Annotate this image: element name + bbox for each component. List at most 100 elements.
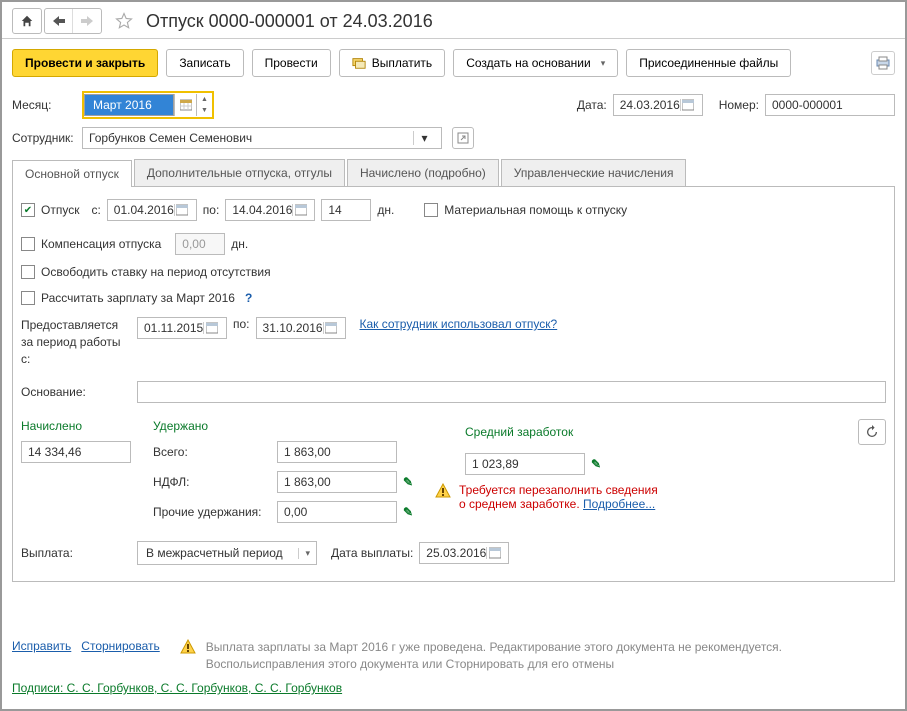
back-button[interactable] bbox=[45, 9, 73, 33]
period-from-field[interactable]: 01.11.2015 bbox=[137, 317, 227, 339]
checkbox-icon bbox=[21, 237, 35, 251]
employee-open-button[interactable] bbox=[452, 127, 474, 149]
date-field[interactable]: 24.03.2016 bbox=[613, 94, 703, 116]
calendar-icon[interactable] bbox=[203, 322, 220, 334]
period-to-label: по: bbox=[233, 317, 250, 331]
checkbox-icon: ✔ bbox=[21, 203, 35, 217]
month-calendar-icon[interactable] bbox=[174, 94, 196, 116]
home-button[interactable] bbox=[12, 8, 42, 34]
post-button[interactable]: Провести bbox=[252, 49, 331, 77]
compensation-days-field: 0,00 bbox=[175, 233, 225, 255]
vacation-from-value: 01.04.2016 bbox=[114, 203, 174, 217]
print-button[interactable] bbox=[871, 51, 895, 75]
calendar-icon[interactable] bbox=[292, 204, 308, 216]
calendar-icon[interactable] bbox=[174, 204, 190, 216]
days-unit: дн. bbox=[377, 203, 394, 217]
fix-link[interactable]: Исправить bbox=[12, 639, 71, 653]
edit-avg-icon[interactable]: ✎ bbox=[591, 457, 601, 471]
vacation-to-value: 14.04.2016 bbox=[232, 203, 292, 217]
month-stepper[interactable]: ▲▼ bbox=[196, 94, 212, 116]
basis-field[interactable] bbox=[137, 381, 886, 403]
calc-salary-checkbox[interactable]: Рассчитать зарплату за Март 2016 bbox=[21, 291, 235, 305]
month-field[interactable]: Март 2016 bbox=[84, 94, 174, 116]
write-button[interactable]: Записать bbox=[166, 49, 243, 77]
create-on-basis-button[interactable]: Создать на основании bbox=[453, 49, 618, 77]
favorite-icon[interactable] bbox=[112, 9, 136, 33]
tab-main-vacation[interactable]: Основной отпуск bbox=[12, 160, 132, 187]
month-label: Месяц: bbox=[12, 98, 76, 112]
sign-names: С. С. Горбунков, С. С. Горбунков, С. С. … bbox=[67, 681, 342, 695]
month-selector[interactable]: Март 2016 ▲▼ bbox=[82, 91, 214, 119]
period-to-field[interactable]: 31.10.2016 bbox=[256, 317, 346, 339]
number-field[interactable]: 0000-000001 bbox=[765, 94, 895, 116]
edit-tax-icon[interactable]: ✎ bbox=[403, 475, 413, 489]
more-link[interactable]: Подробнее... bbox=[583, 497, 655, 511]
attached-files-button[interactable]: Присоединенные файлы bbox=[626, 49, 791, 77]
refresh-button[interactable] bbox=[858, 419, 886, 445]
tab-additional[interactable]: Дополнительные отпуска, отгулы bbox=[134, 159, 345, 186]
payout-mode-combo[interactable]: В межрасчетный период ▾ bbox=[137, 541, 317, 565]
vacation-from-field[interactable]: 01.04.2016 bbox=[107, 199, 197, 221]
date-label: Дата: bbox=[577, 98, 607, 112]
compensation-checkbox[interactable]: Компенсация отпуска bbox=[21, 237, 161, 251]
edit-other-icon[interactable]: ✎ bbox=[403, 505, 413, 519]
calendar-icon[interactable] bbox=[486, 547, 502, 559]
avg-warning-text: Требуется перезаполнить сведения о средн… bbox=[459, 483, 669, 511]
total-label: Всего: bbox=[153, 445, 271, 459]
summary-block: Начислено 14 334,46 Удержано Всего: 1 86… bbox=[21, 419, 886, 523]
help-icon[interactable]: ? bbox=[245, 291, 252, 305]
other-ded-value[interactable]: 0,00 bbox=[277, 501, 397, 523]
tab-management[interactable]: Управленческие начисления bbox=[501, 159, 687, 186]
payout-label: Выплата: bbox=[21, 546, 131, 560]
free-rate-checkbox[interactable]: Освободить ставку на период отсутствия bbox=[21, 265, 271, 279]
header-row-1: Месяц: Март 2016 ▲▼ Дата: 24.03.2016 Ном… bbox=[2, 87, 905, 123]
toolbar: Провести и закрыть Записать Провести Вып… bbox=[2, 39, 905, 87]
period-label: Предоставляется за период работы с: bbox=[21, 317, 131, 367]
employee-field[interactable]: Горбунков Семен Семенович ▾ bbox=[82, 127, 442, 149]
payout-date-label: Дата выплаты: bbox=[331, 546, 413, 560]
calc-salary-label: Рассчитать зарплату за Март 2016 bbox=[41, 291, 235, 305]
pay-button[interactable]: Выплатить bbox=[339, 49, 446, 77]
to-label: по: bbox=[203, 203, 220, 217]
accrued-value[interactable]: 14 334,46 bbox=[21, 441, 131, 463]
vacation-checkbox[interactable]: ✔ Отпуск bbox=[21, 203, 79, 217]
vacation-usage-link[interactable]: Как сотрудник использовал отпуск? bbox=[360, 317, 558, 331]
payout-date-value: 25.03.2016 bbox=[426, 546, 486, 560]
pay-label: Выплатить bbox=[372, 56, 433, 70]
deducted-header: Удержано bbox=[153, 419, 413, 433]
dropdown-icon: ▾ bbox=[298, 548, 310, 559]
signatures-link[interactable]: Подписи: С. С. Горбунков, С. С. Горбунко… bbox=[12, 681, 342, 695]
footer-warning-text: Выплата зарплаты за Март 2016 г уже пров… bbox=[206, 639, 895, 673]
material-help-label: Материальная помощь к отпуску bbox=[444, 203, 627, 217]
avg-value[interactable]: 1 023,89 bbox=[465, 453, 585, 475]
forward-button[interactable] bbox=[73, 9, 101, 33]
sign-prefix: Подписи: bbox=[12, 681, 67, 695]
total-value[interactable]: 1 863,00 bbox=[277, 441, 397, 463]
free-rate-label: Освободить ставку на период отсутствия bbox=[41, 265, 271, 279]
reverse-link[interactable]: Сторнировать bbox=[81, 639, 159, 653]
checkbox-icon bbox=[21, 265, 35, 279]
vacation-to-field[interactable]: 14.04.2016 bbox=[225, 199, 315, 221]
document-title: Отпуск 0000-000001 от 24.03.2016 bbox=[146, 11, 433, 32]
date-calendar-icon[interactable] bbox=[680, 99, 696, 111]
payout-mode-value: В межрасчетный период bbox=[146, 546, 283, 560]
payout-date-field[interactable]: 25.03.2016 bbox=[419, 542, 509, 564]
post-and-close-button[interactable]: Провести и закрыть bbox=[12, 49, 158, 77]
number-label: Номер: bbox=[719, 98, 759, 112]
tabs: Основной отпуск Дополнительные отпуска, … bbox=[12, 159, 895, 187]
warn-line1: Требуется перезаполнить сведения bbox=[459, 483, 658, 497]
checkbox-icon bbox=[21, 291, 35, 305]
employee-label: Сотрудник: bbox=[12, 131, 76, 145]
date-value: 24.03.2016 bbox=[620, 98, 680, 112]
material-help-checkbox[interactable]: Материальная помощь к отпуску bbox=[424, 203, 627, 217]
from-label: с: bbox=[91, 203, 100, 217]
vacation-days-field[interactable]: 14 bbox=[321, 199, 371, 221]
warning-icon bbox=[435, 483, 451, 499]
tab-accrued[interactable]: Начислено (подробно) bbox=[347, 159, 499, 186]
pay-icon bbox=[352, 56, 366, 70]
tax-label: НДФЛ: bbox=[153, 475, 271, 489]
employee-dropdown-icon[interactable]: ▾ bbox=[413, 131, 435, 145]
calendar-icon[interactable] bbox=[323, 322, 339, 334]
tax-value[interactable]: 1 863,00 bbox=[277, 471, 397, 493]
compensation-label: Компенсация отпуска bbox=[41, 237, 161, 251]
